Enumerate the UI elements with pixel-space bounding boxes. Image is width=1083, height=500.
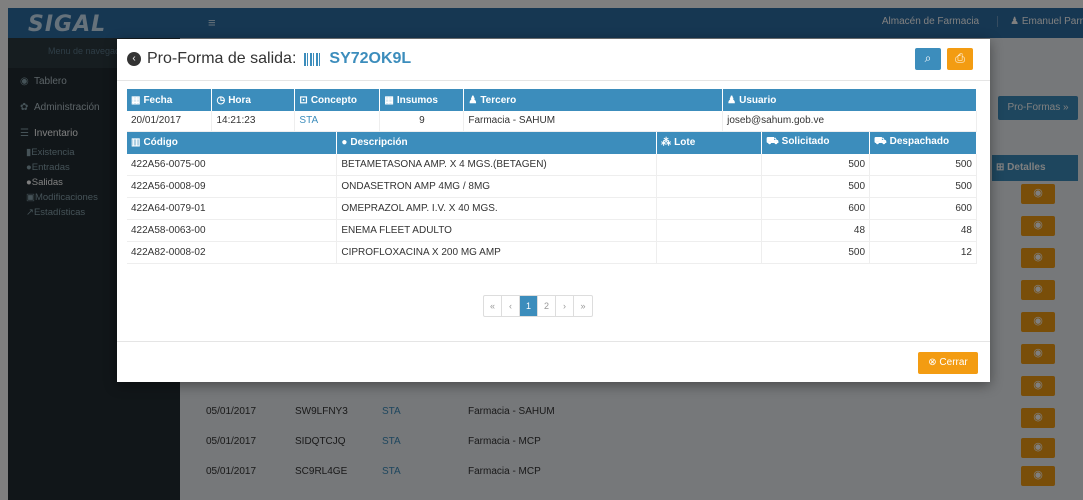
item-descripcion: CIPROFLOXACINA X 200 MG AMP (336, 241, 658, 264)
barcode-icon (304, 52, 323, 66)
item-solicitado: 500 (761, 175, 871, 198)
clock-icon: ◷ (216, 94, 226, 106)
concept-icon: ⊡ (299, 94, 308, 106)
close-button[interactable]: ⊗ Cerrar (918, 352, 978, 374)
item-despachado: 12 (869, 241, 977, 264)
proforma-code: SY72OK9L (329, 50, 412, 67)
proforma-modal: ‹ Pro-Forma de salida: SY72OK9L ⌕ ⎙ ▦ Fec… (117, 39, 990, 382)
column-header-solicitado: ⛟ Solicitado (761, 131, 871, 154)
user-icon: ♟ (727, 94, 737, 106)
column-header-codigo: ▥ Código (127, 131, 338, 154)
info-hora: 14:21:23 (211, 111, 296, 132)
column-header-usuario: ♟ Usuario (722, 89, 977, 111)
item-descripcion: BETAMETASONA AMP. X 4 MGS.(BETAGEN) (336, 153, 658, 176)
cubes-icon: ⁂ (661, 137, 672, 148)
modal-body: ▦ Fecha ◷ Hora ⊡ Concepto ▦ Insumos ♟ Tercero… (127, 89, 977, 264)
table-row: 422A64-0079-01 OMEPRAZOL AMP. I.V. X 40 … (127, 197, 977, 220)
info-insumos: 9 (379, 111, 465, 132)
info-usuario: joseb@sahum.gob.ve (722, 111, 977, 132)
proforma-info-table: ▦ Fecha ◷ Hora ⊡ Concepto ▦ Insumos ♟ Tercero… (127, 89, 977, 132)
item-codigo: 422A58-0063-00 (127, 219, 338, 242)
item-solicitado: 500 (761, 241, 871, 264)
modal-header: ‹ Pro-Forma de salida: SY72OK9L ⌕ ⎙ (117, 39, 990, 81)
item-codigo: 422A82-0008-02 (127, 241, 338, 264)
print-icon: ⎙ (955, 51, 965, 65)
column-header-fecha: ▦ Fecha (127, 89, 213, 111)
item-codigo: 422A64-0079-01 (127, 197, 338, 220)
print-button[interactable]: ⎙ (947, 48, 973, 70)
pagination-page-2[interactable]: 2 (538, 296, 556, 316)
column-header-insumos: ▦ Insumos (379, 89, 465, 111)
user-icon: ♟ (468, 94, 478, 106)
cart-icon: ⛟ (874, 136, 887, 147)
pagination-prev[interactable]: ‹ (502, 296, 520, 316)
item-codigo: 422A56-0008-09 (127, 175, 338, 198)
item-lote (656, 241, 763, 264)
pagination-next[interactable]: › (556, 296, 574, 316)
search-icon: ⌕ (924, 51, 932, 65)
pagination-first[interactable]: « (484, 296, 502, 316)
item-descripcion: ENEMA FLEET ADULTO (336, 219, 658, 242)
column-header-tercero: ♟ Tercero (463, 89, 724, 111)
back-arrow-icon[interactable]: ‹ (127, 52, 141, 66)
item-lote (656, 197, 763, 220)
comment-icon: ● (341, 137, 348, 148)
table-row: 422A82-0008-02 CIPROFLOXACINA X 200 MG A… (127, 241, 977, 264)
calendar-icon: ▦ (131, 94, 141, 106)
modal-title: ‹ Pro-Forma de salida: SY72OK9L (127, 50, 411, 68)
modal-footer: ⊗ Cerrar (117, 341, 990, 382)
close-icon: ⊗ (928, 357, 937, 368)
item-lote (656, 153, 763, 176)
table-row: 422A56-0008-09 ONDASETRON AMP 4MG / 8MG … (127, 175, 977, 198)
item-lote (656, 175, 763, 198)
column-header-descripcion: ● Descripción (336, 131, 658, 154)
table-row: 20/01/2017 14:21:23 STA 9 Farmacia - SAH… (127, 111, 977, 132)
pagination: « ‹ 1 2 › » (483, 295, 593, 317)
pagination-page-1[interactable]: 1 (520, 296, 538, 316)
column-header-despachado: ⛟ Despachado (869, 131, 977, 154)
item-descripcion: OMEPRAZOL AMP. I.V. X 40 MGS. (336, 197, 658, 220)
item-despachado: 48 (869, 219, 977, 242)
info-tercero: Farmacia - SAHUM (463, 111, 724, 132)
items-table: ▥ Código ● Descripción ⁂ Lote ⛟ Solicitado ⛟… (127, 131, 977, 264)
item-solicitado: 500 (761, 153, 871, 176)
item-despachado: 600 (869, 197, 977, 220)
modal-title-text: Pro-Forma de salida: (147, 50, 297, 67)
info-concepto[interactable]: STA (294, 111, 381, 132)
item-lote (656, 219, 763, 242)
table-row: 422A58-0063-00 ENEMA FLEET ADULTO 48 48 (127, 219, 977, 242)
item-despachado: 500 (869, 153, 977, 176)
search-button[interactable]: ⌕ (915, 48, 941, 70)
close-button-label: Cerrar (939, 357, 968, 368)
column-header-concepto: ⊡ Concepto (294, 89, 381, 111)
item-solicitado: 48 (761, 219, 871, 242)
item-solicitado: 600 (761, 197, 871, 220)
item-codigo: 422A56-0075-00 (127, 153, 338, 176)
item-despachado: 500 (869, 175, 977, 198)
pagination-last[interactable]: » (574, 296, 592, 316)
barcode-icon: ▥ (131, 137, 141, 148)
column-header-lote: ⁂ Lote (656, 131, 763, 154)
cart-icon: ⛟ (766, 136, 779, 147)
info-fecha: 20/01/2017 (127, 111, 213, 132)
column-header-hora: ◷ Hora (211, 89, 296, 111)
item-descripcion: ONDASETRON AMP 4MG / 8MG (336, 175, 658, 198)
table-row: 422A56-0075-00 BETAMETASONA AMP. X 4 MGS… (127, 153, 977, 176)
grid-icon: ▦ (384, 94, 394, 106)
